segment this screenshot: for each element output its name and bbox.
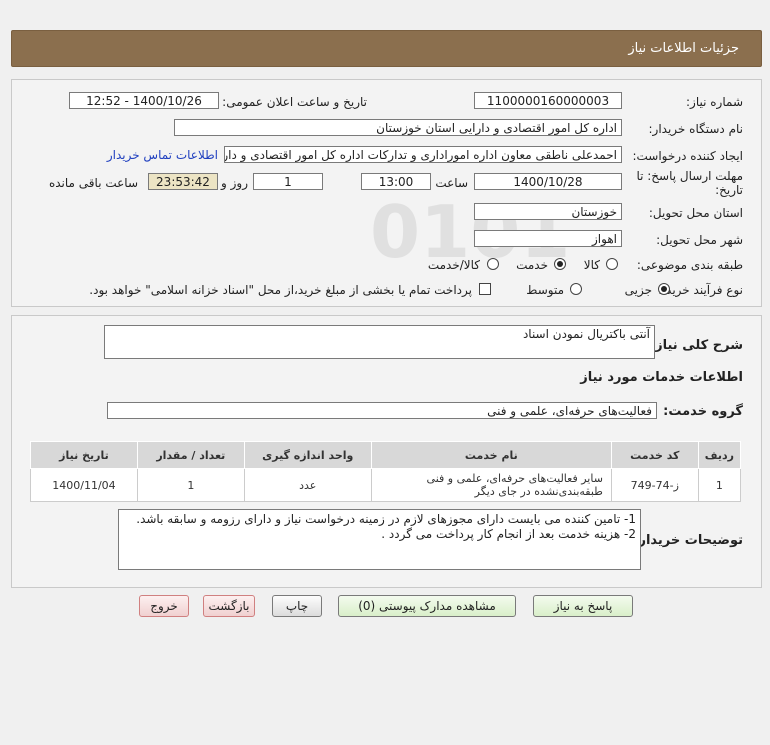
purchase-option-medium: متوسط <box>526 283 564 297</box>
remaining-time-field: 23:53:42 <box>148 173 218 190</box>
announce-field: 1400/10/26 - 12:52 <box>69 92 219 109</box>
print-button[interactable]: چاپ <box>272 595 322 617</box>
city-field: اهواز <box>474 230 622 247</box>
deadline-label-date: تاریخ: <box>715 183 743 197</box>
remaining-time-label: ساعت باقی مانده <box>48 176 138 190</box>
buyer-note-1: 1- تامین کننده می بایست دارای مجوزهای لا… <box>136 512 636 526</box>
creator-label: ایجاد کننده درخواست: <box>632 149 743 163</box>
items-table-header: ردیف کد خدمت نام خدمت واحد اندازه گیری ت… <box>30 441 742 469</box>
table-row: 1 ز-74-749 سایر فعالیت‌های حرفه‌ای، علمی… <box>30 468 742 502</box>
deadline-time-field: 13:00 <box>361 173 431 190</box>
exit-button[interactable]: خروج <box>139 595 189 617</box>
info-panel <box>11 79 762 307</box>
category-option-goods: کالا <box>583 258 600 272</box>
deadline-date-field: 1400/10/28 <box>474 173 622 190</box>
buyer-org-label: نام دستگاه خریدار: <box>648 122 744 136</box>
deadline-time-label: ساعت <box>435 176 468 190</box>
need-number-label: شماره نیاز: <box>686 95 743 109</box>
need-number-field: 1100000160000003 <box>474 92 622 109</box>
buyer-notes-label: توضیحات خریدار: <box>633 533 743 548</box>
category-option-service: خدمت <box>516 258 548 272</box>
back-button[interactable]: بازگشت <box>203 595 255 617</box>
category-radio-goods-service[interactable] <box>487 258 499 270</box>
days-label: روز و <box>221 176 248 190</box>
category-label: طبقه بندی موضوعی: <box>636 258 743 272</box>
province-field: خوزستان <box>474 203 622 220</box>
service-group-field: فعالیت‌های حرفه‌ای، علمی و فنی <box>107 402 657 419</box>
services-heading: اطلاعات خدمات مورد نیاز <box>580 370 743 385</box>
cell-service-code: ز-74-749 <box>610 468 699 502</box>
col-need-date: تاریخ نیاز <box>30 441 138 469</box>
page-title-bar: جزئیات اطلاعات نیاز <box>11 30 762 67</box>
province-label: استان محل تحویل: <box>648 206 743 220</box>
announce-label: تاریخ و ساعت اعلان عمومی: <box>222 95 367 109</box>
service-group-label: گروه خدمت: <box>663 404 743 419</box>
buyer-notes-box: 1- تامین کننده می بایست دارای مجوزهای لا… <box>118 509 641 570</box>
col-service-name: نام خدمت <box>370 441 612 469</box>
days-field: 1 <box>253 173 323 190</box>
cell-unit: عدد <box>243 468 372 502</box>
cell-quantity: 1 <box>136 468 245 502</box>
buyer-note-2: 2- هزینه خدمت بعد از انجام کار پرداخت می… <box>381 527 636 541</box>
col-row: ردیف <box>697 441 742 469</box>
reply-button[interactable]: پاسخ به نیاز <box>533 595 633 617</box>
purchase-type-label: نوع فرآیند خرید : <box>658 283 743 297</box>
purchase-radio-minor[interactable] <box>658 283 670 295</box>
purchase-radio-medium[interactable] <box>570 283 582 295</box>
col-service-code: کد خدمت <box>610 441 699 469</box>
treasury-payment-checkbox[interactable] <box>479 283 491 295</box>
summary-label: شرح کلی نیاز: <box>649 338 743 353</box>
category-radio-service[interactable] <box>554 258 566 270</box>
category-radio-goods[interactable] <box>606 258 618 270</box>
treasury-payment-note: پرداخت تمام یا بخشی از مبلغ خرید،از محل … <box>89 283 472 297</box>
cell-row: 1 <box>697 468 742 502</box>
summary-field: آنتی باکتریال نمودن اسناد <box>104 325 655 359</box>
col-unit: واحد اندازه گیری <box>243 441 372 469</box>
category-option-goods-service: کالا/خدمت <box>427 258 480 272</box>
items-table: ردیف کد خدمت نام خدمت واحد اندازه گیری ت… <box>30 441 742 502</box>
cell-service-name: سایر فعالیت‌های حرفه‌ای، علمی و فنی طبقه… <box>370 468 612 502</box>
deadline-label: مهلت ارسال پاسخ: تا <box>636 169 743 183</box>
city-label: شهر محل تحویل: <box>656 233 743 247</box>
cell-need-date: 1400/11/04 <box>30 468 138 502</box>
buyer-contact-link[interactable]: اطلاعات تماس خریدار <box>107 148 218 162</box>
col-quantity: تعداد / مقدار <box>136 441 245 469</box>
creator-field: احمدعلی ناطقی معاون اداره اموراداری و تد… <box>224 146 622 163</box>
purchase-option-minor: جزیی <box>624 283 652 297</box>
attachments-button[interactable]: مشاهده مدارک پیوستی (0) <box>338 595 516 617</box>
page-title: جزئیات اطلاعات نیاز <box>628 41 739 56</box>
buyer-org-field: اداره کل امور اقتصادی و دارایی استان خوز… <box>174 119 622 136</box>
